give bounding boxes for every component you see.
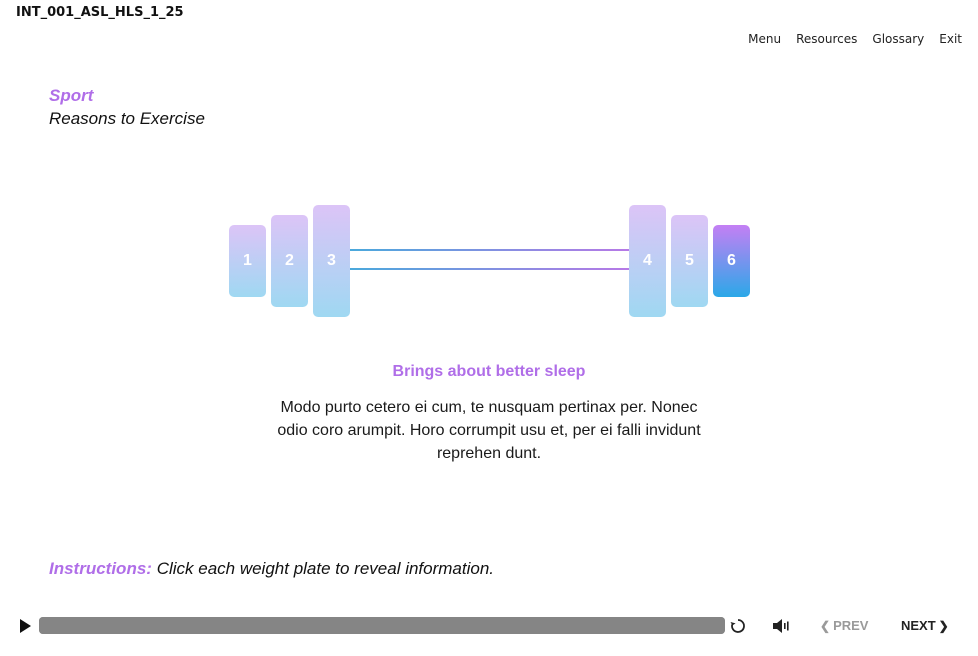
nav-glossary[interactable]: Glossary xyxy=(872,32,924,46)
chevron-left-icon: ❮ xyxy=(820,618,831,633)
page-title: Sport xyxy=(49,86,94,105)
barbell-bar-bottom xyxy=(350,268,629,270)
instructions-text: Click each weight plate to reveal inform… xyxy=(156,559,495,578)
content-heading: Brings about better sleep xyxy=(392,363,586,380)
weight-plate-2[interactable]: 2 xyxy=(271,215,308,307)
top-nav: Menu Resources Glossary Exit xyxy=(748,32,962,46)
nav-exit[interactable]: Exit xyxy=(939,32,962,46)
instructions: Instructions: Click each weight plate to… xyxy=(49,559,494,579)
weight-plate-1[interactable]: 1 xyxy=(229,225,266,297)
progress-bar[interactable] xyxy=(39,617,725,634)
play-icon[interactable] xyxy=(20,619,31,633)
barbell-bar-top xyxy=(350,249,629,251)
instructions-label: Instructions: xyxy=(49,559,152,578)
next-button[interactable]: NEXT ❯ xyxy=(901,618,949,633)
course-id: INT_001_ASL_HLS_1_25 xyxy=(16,5,184,20)
weight-plate-4[interactable]: 4 xyxy=(629,205,666,317)
nav-menu[interactable]: Menu xyxy=(748,32,781,46)
replay-icon[interactable] xyxy=(729,617,747,635)
content-body: Modo purto cetero ei cum, te nusquam per… xyxy=(277,399,701,462)
weight-plate-5[interactable]: 5 xyxy=(671,215,708,307)
page-subtitle: Reasons to Exercise xyxy=(49,109,205,128)
prev-button[interactable]: ❮ PREV xyxy=(820,618,868,633)
chevron-right-icon: ❯ xyxy=(938,618,949,633)
weight-plate-3[interactable]: 3 xyxy=(313,205,350,317)
volume-icon[interactable] xyxy=(771,617,791,635)
nav-resources[interactable]: Resources xyxy=(796,32,857,46)
prev-label: PREV xyxy=(833,618,869,633)
progress-fill xyxy=(39,617,725,634)
next-label: NEXT xyxy=(901,618,936,633)
weight-plate-6[interactable]: 6 xyxy=(713,225,750,297)
